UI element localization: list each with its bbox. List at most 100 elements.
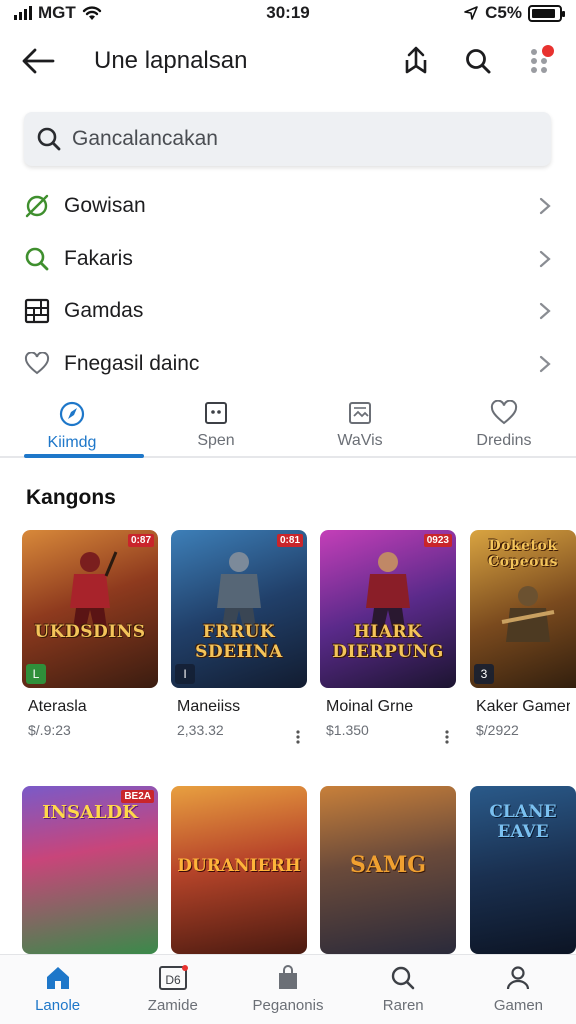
app-bar: Une lapnalsan (0, 32, 576, 90)
game-logo-text: UKDSDINS (34, 622, 146, 642)
status-bar: MGT 30:19 C5% (0, 0, 576, 26)
nav-item-zamide[interactable]: D6 Zamide (115, 955, 230, 1024)
game-logo-text: CLANE EAVE (489, 802, 557, 842)
hero-figure (501, 586, 555, 642)
wifi-icon (82, 6, 101, 20)
game-card[interactable]: 0923 HIARK DIERPUNG Moinal Grne $1.350 (320, 530, 456, 758)
nav-label: Peganonis (252, 997, 324, 1014)
game-info: Aterasla $/.9:23 (22, 688, 158, 758)
game-cover-image[interactable]: SAMG (320, 786, 456, 954)
tab-bar: Kiimdg Spen WaVis Dredins (0, 392, 576, 458)
game-title: Moinal Grne (326, 698, 414, 715)
heart-icon (490, 400, 518, 425)
tab-kiimdg[interactable]: Kiimdg (0, 392, 144, 458)
search-input[interactable]: Gancalancakan (24, 112, 551, 166)
chevron-right-icon (536, 355, 554, 373)
nav-item-raren[interactable]: Raren (346, 955, 461, 1024)
menu-item-label: Gowisan (64, 194, 146, 218)
compass-icon (59, 401, 85, 427)
game-logo-text: SAMG (349, 852, 427, 878)
tab-label: Kiimdg (47, 434, 97, 451)
nav-label: Raren (382, 997, 424, 1014)
rating-tag: BE2A (121, 790, 154, 803)
search-icon (392, 966, 415, 990)
tab-label: WaVis (337, 432, 383, 449)
signal-icon (14, 6, 32, 20)
nav-label: Lanole (35, 997, 81, 1014)
game-title: Aterasla (28, 698, 87, 715)
nav-item-peganonis[interactable]: Peganonis (230, 955, 345, 1024)
menu-item-label: Fakaris (64, 246, 133, 270)
nav-label: Zamide (147, 997, 198, 1014)
menu-item-gamdas[interactable]: Gamdas (0, 285, 576, 338)
nav-label: Gamen (493, 997, 544, 1014)
carrier-label: MGT (38, 3, 76, 22)
rating-tag: 0:81 (276, 534, 303, 547)
home-icon (46, 967, 69, 989)
menu-item-label: Fnegasil dainc (64, 351, 200, 375)
search-icon (466, 49, 491, 74)
more-icon[interactable] (444, 730, 450, 744)
corner-badge: 3 (474, 664, 494, 684)
game-cover-image[interactable]: INSALDK BE2A (22, 786, 158, 954)
chevron-right-icon (536, 250, 554, 268)
battery-percent: C5% (485, 3, 522, 22)
status-right: C5% (463, 3, 565, 23)
share-icon (405, 46, 427, 74)
game-info: Maneiiss 2,33.32 (171, 688, 307, 758)
nav-item-gamen[interactable]: Gamen (461, 955, 576, 1024)
game-cover-image: 0923 HIARK DIERPUNG (320, 530, 456, 688)
heart-icon (24, 351, 50, 377)
share-button[interactable] (398, 43, 434, 79)
tab-wavis[interactable]: WaVis (288, 392, 432, 456)
rating-tag: 0923 (423, 534, 452, 547)
chevron-right-icon (536, 197, 554, 215)
tab-label: Dredins (476, 432, 532, 449)
game-price: 2,33.32 (177, 722, 224, 738)
game-cover-image: Doketok Copeous 3 (470, 530, 576, 688)
back-button[interactable] (18, 41, 58, 81)
search-placeholder: Gancalancakan (72, 127, 218, 150)
game-card[interactable]: Doketok Copeous 3 Kaker Gamer $/2922 (470, 530, 576, 758)
svg-text:D6: D6 (165, 973, 181, 987)
corner-badge: L (26, 664, 46, 684)
game-card[interactable]: 0:87 UKDSDINS L Aterasla $/.9:23 (22, 530, 158, 758)
game-cover-image: 0:87 UKDSDINS L (22, 530, 158, 688)
corner-badge: I (175, 664, 195, 684)
menu-item-gowisan[interactable]: Gowisan (0, 180, 576, 233)
chevron-right-icon (536, 302, 554, 320)
game-price: $/.9:23 (28, 722, 71, 738)
square-dots-icon (205, 402, 227, 424)
game-logo-text: FRRUK SDEHNA (195, 622, 283, 662)
calendar-icon: D6 (158, 965, 188, 990)
search-button[interactable] (460, 43, 496, 79)
menu-button[interactable] (522, 43, 558, 79)
menu-item-fnegasil-dainc[interactable]: Fnegasil dainc (0, 338, 576, 391)
game-price: $1.350 (326, 722, 369, 738)
game-info: Moinal Grne $1.350 (320, 688, 456, 758)
person-icon (507, 966, 530, 990)
picture-icon (349, 402, 371, 424)
bag-icon (279, 965, 297, 989)
leaf-icon (24, 193, 50, 219)
battery-icon (528, 4, 565, 22)
game-logo-text: HIARK DIERPUNG (332, 622, 444, 662)
grid-icon (24, 298, 50, 324)
game-card[interactable]: 0:81 FRRUK SDEHNA I Maneiiss 2,33.32 (171, 530, 307, 758)
game-logo-text: INSALDK (42, 802, 138, 823)
arrow-left-icon (22, 48, 55, 74)
game-info: Kaker Gamer $/2922 (470, 688, 576, 758)
nav-item-lanole[interactable]: Lanole (0, 955, 115, 1024)
menu-item-fakaris[interactable]: Fakaris (0, 233, 576, 286)
menu-list: Gowisan Fakaris Gamdas Fnegasil dainc (0, 180, 576, 390)
game-cover-image[interactable]: DURANIERH (171, 786, 307, 954)
tab-dredins[interactable]: Dredins (432, 392, 576, 456)
more-icon[interactable] (295, 730, 301, 744)
game-cover-image[interactable]: CLANE EAVE (470, 786, 576, 954)
game-title: Kaker Gamer (476, 698, 570, 715)
tab-label: Spen (197, 432, 235, 449)
notification-badge (542, 45, 554, 57)
search-icon (37, 127, 61, 151)
game-cover-image: 0:81 FRRUK SDEHNA I (171, 530, 307, 688)
tab-spen[interactable]: Spen (144, 392, 288, 456)
